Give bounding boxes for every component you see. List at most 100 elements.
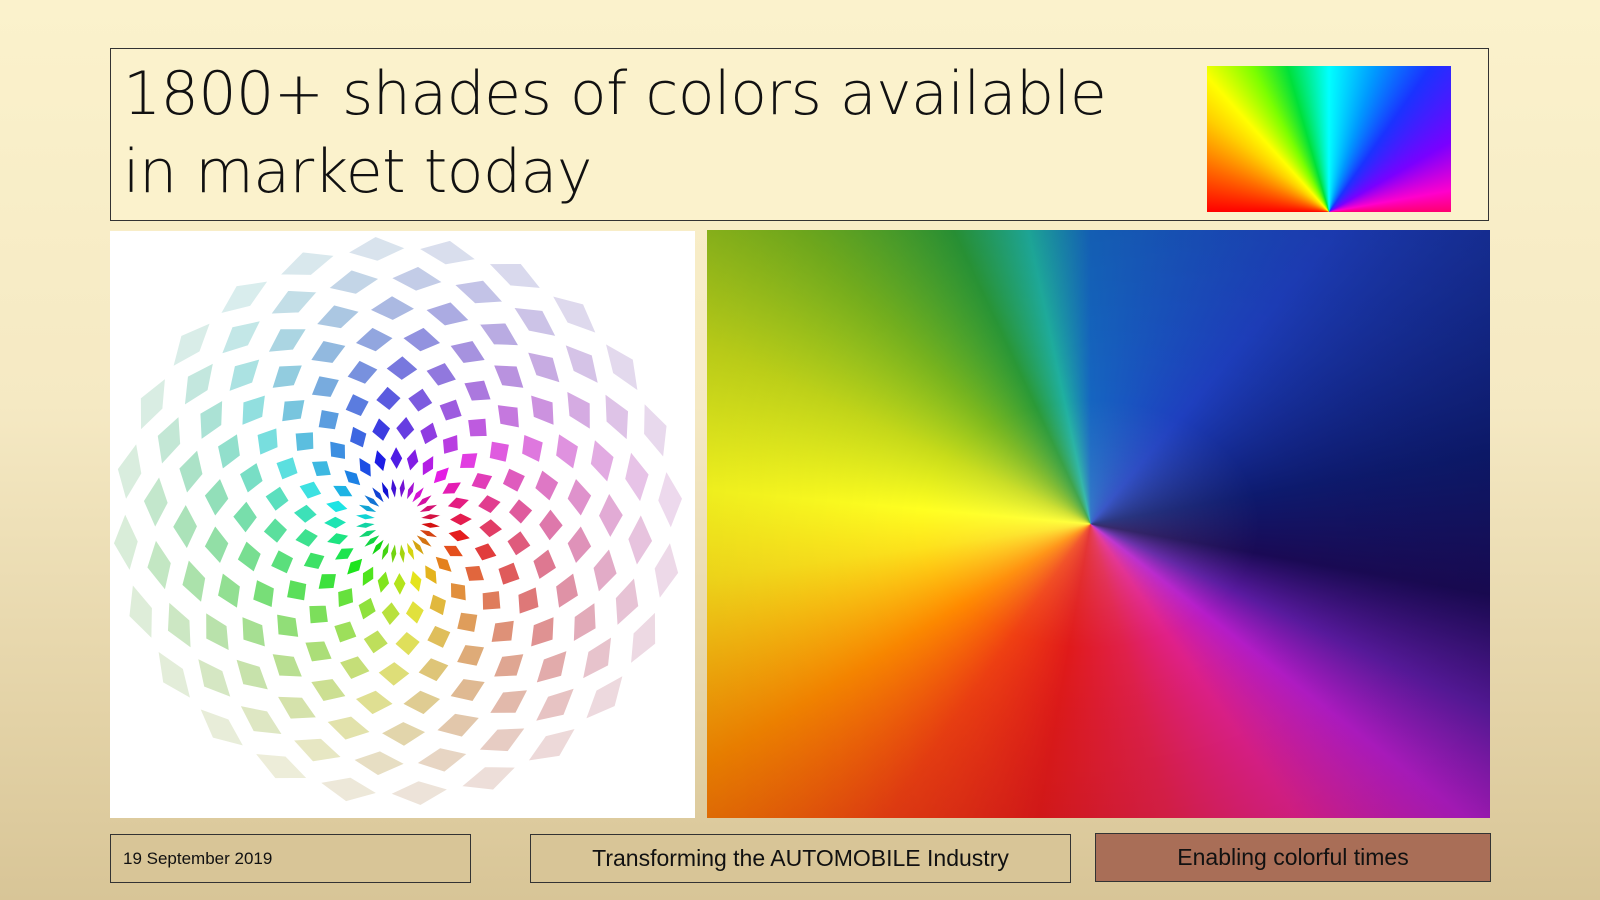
color-wheel-cell: [596, 489, 626, 542]
color-wheel-cell: [289, 736, 345, 764]
color-wheel-cell: [553, 431, 581, 472]
color-wheel-cell: [496, 560, 523, 588]
color-wheel-cell: [486, 688, 531, 715]
color-wheel-cell: [204, 609, 231, 654]
color-wheel-cell: [233, 656, 271, 693]
date-footer: 19 September 2019: [110, 834, 471, 883]
color-wheel-cell: [349, 749, 409, 778]
color-wheel-cell: [177, 446, 205, 497]
color-wheel-cell: [471, 540, 500, 563]
color-wheel-cell: [642, 399, 669, 462]
color-wheel-cell: [251, 751, 311, 781]
color-wheel-cell: [331, 619, 359, 646]
color-wheel-cell: [461, 378, 494, 403]
color-wheel-cell: [182, 360, 216, 409]
color-wheel-cell: [309, 459, 334, 479]
color-wheel-cell: [170, 500, 200, 553]
color-wheel-cell: [528, 614, 556, 650]
footer-date: 19 September 2019: [123, 848, 273, 868]
color-wheel-cell: [408, 566, 424, 596]
color-wheel-cell: [360, 563, 376, 590]
color-wheel-cell: [375, 567, 392, 598]
color-wheel-cell: [528, 392, 556, 428]
color-wheel-cell: [602, 340, 641, 395]
rainbow-burst-image: [707, 230, 1490, 818]
color-wheel-cell: [451, 278, 507, 306]
color-wheel-cell: [533, 648, 570, 686]
color-wheel-cell: [372, 446, 388, 476]
color-wheel-cell: [196, 705, 247, 749]
color-wheel-cell: [532, 685, 577, 724]
color-wheel-svg: [111, 234, 685, 808]
color-wheel-cell: [217, 278, 272, 317]
color-wheel-cell: [580, 633, 614, 682]
slide-title: 1800+ shades of colors available in mark…: [123, 59, 1107, 207]
color-wheel-cell: [524, 725, 579, 764]
color-wheel-cell: [300, 550, 328, 572]
color-wheel-cell: [399, 688, 444, 717]
color-wheel-cell: [316, 571, 339, 591]
color-wheel-cell: [302, 639, 335, 664]
color-wheel-cell: [487, 439, 512, 465]
color-wheel-cell: [195, 655, 234, 700]
color-wheel-cell: [531, 546, 559, 582]
color-wheel-flower-image: [110, 231, 695, 818]
color-wheel-cell: [279, 397, 307, 424]
color-wheel-cell: [387, 264, 447, 293]
color-wheel-cell: [403, 598, 427, 627]
color-wheel-cell: [454, 642, 487, 669]
color-wheel-cell: [392, 629, 423, 658]
color-wheel-cell: [155, 412, 183, 468]
color-wheel-cell: [532, 467, 561, 504]
color-wheel-cell: [379, 599, 403, 629]
color-wheel-cell: [457, 451, 480, 471]
color-wheel-cell: [500, 466, 528, 495]
color-wheel-cell: [352, 688, 397, 717]
color-wheel-cell: [323, 531, 353, 547]
color-wheel-cell: [273, 454, 300, 482]
color-wheel-cell: [424, 623, 453, 651]
color-wheel-cell: [343, 391, 372, 419]
tagline-footer: Enabling colorful times: [1095, 833, 1491, 882]
color-wheel-cell: [235, 538, 264, 575]
color-wheel-cell: [348, 520, 382, 530]
color-wheel-cell: [571, 599, 598, 645]
color-wheel-cell: [397, 471, 407, 505]
color-wheel-cell: [465, 416, 489, 439]
color-wheel-cell: [415, 655, 452, 684]
color-wheel-cell: [127, 580, 154, 643]
color-wheel-cell: [138, 374, 168, 434]
color-wheel-cell: [491, 651, 527, 679]
color-wheel-cell: [360, 627, 391, 657]
footer-center-text: Transforming the AUTOMOBILE Industry: [592, 845, 1009, 871]
color-wheel-cell: [319, 514, 351, 531]
color-wheel-cell: [562, 342, 601, 387]
color-wheel-cell: [495, 402, 522, 430]
color-wheel-cell: [525, 349, 563, 386]
color-wheel-cell: [652, 538, 681, 603]
color-wheel-cell: [444, 527, 475, 544]
color-wheel-cell: [565, 475, 594, 520]
color-wheel-cell: [399, 325, 444, 354]
color-wheel-cell: [328, 439, 348, 462]
color-wheel-cell: [476, 516, 506, 540]
color-wheel-cell: [389, 471, 399, 505]
color-wheel-cell: [269, 651, 305, 679]
color-wheel-cell: [276, 250, 339, 277]
color-wheel-cell: [413, 746, 471, 774]
color-wheel-cell: [397, 537, 407, 571]
color-wheel-cell: [417, 419, 440, 448]
color-wheel-cell: [549, 293, 600, 337]
color-wheel-cell: [290, 502, 320, 526]
color-wheel-cell: [389, 537, 399, 571]
color-wheel-cell: [337, 654, 373, 682]
color-wheel-cell: [591, 545, 619, 596]
color-wheel-cell: [155, 647, 194, 702]
color-wheel-cell: [445, 511, 477, 528]
color-wheel-cell: [215, 570, 243, 611]
color-wheel-cell: [255, 425, 280, 458]
color-wheel-cell: [274, 694, 320, 721]
color-wheel-cell: [111, 509, 140, 575]
color-wheel-cell: [588, 436, 616, 486]
color-wheel-cell: [516, 584, 541, 617]
